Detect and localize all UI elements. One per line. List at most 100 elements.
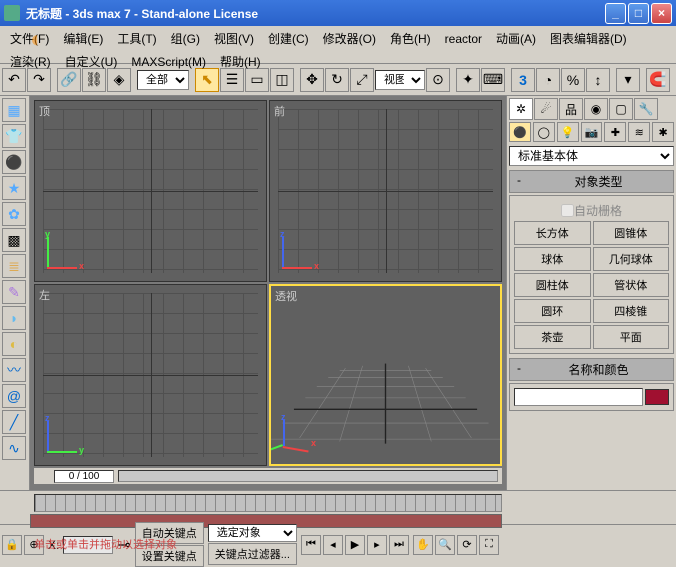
tab-pen-icon[interactable]: ✎ [2,280,26,304]
window-crossing-button[interactable]: ◫ [270,68,294,92]
menu-file[interactable]: 文件(F) [4,28,55,49]
viewport-left[interactable]: 左 y z [34,284,267,466]
key-filter-button[interactable]: 关键点过滤器... [208,543,297,565]
manipulate-button[interactable]: ✦ [456,68,480,92]
rollout-namecolor-header[interactable]: -名称和颜色 [509,358,674,381]
goto-start-button[interactable]: ⏮ [301,535,321,555]
window-title: 无标题 - 3ds max 7 - Stand-alone License [26,5,605,22]
time-slider[interactable] [34,494,502,512]
object-name-input[interactable] [514,388,643,406]
helpers-icon[interactable]: ✚ [604,122,626,142]
next-frame-button[interactable]: ▸ [367,535,387,555]
viewport-top[interactable]: 顶 x y [34,100,267,282]
nav-orbit-button[interactable]: ⟳ [457,535,477,555]
pivot-button[interactable]: ⊙ [426,68,450,92]
mirror-button[interactable]: 🧲 [646,68,670,92]
app-icon [4,5,20,21]
minimize-button[interactable]: _ [605,3,626,24]
viewport-label: 左 [39,287,50,303]
display-tab[interactable]: ▢ [609,98,633,120]
spacewarps-icon[interactable]: ≋ [628,122,650,142]
snap-button[interactable]: 3 [511,68,535,92]
obj-torus-button[interactable]: 圆环 [514,299,591,323]
viewport-label: 顶 [39,103,50,119]
motion-tab[interactable]: ◉ [584,98,608,120]
tab-curve-icon[interactable]: 〰 [2,358,26,382]
menu-edit[interactable]: 编辑(E) [57,28,109,49]
key-target-combo[interactable]: 选定对象 [208,524,297,542]
obj-cone-button[interactable]: 圆锥体 [593,221,670,245]
category-combo[interactable]: 标准基本体 [509,146,674,166]
obj-geosphere-button[interactable]: 几何球体 [593,247,670,271]
nav-zoom-button[interactable]: 🔍 [435,535,455,555]
obj-teapot-button[interactable]: 茶壶 [514,325,591,349]
lights-icon[interactable]: 💡 [557,122,579,142]
maximize-button[interactable]: □ [628,3,649,24]
tab-lamp-icon[interactable]: ◐ [2,332,26,356]
obj-sphere-button[interactable]: 球体 [514,247,591,271]
utilities-tab[interactable]: 🔧 [634,98,658,120]
tab-checker-icon[interactable]: ▩ [2,228,26,252]
play-button[interactable]: ▶ [345,535,365,555]
nav-pan-button[interactable]: ✋ [413,535,433,555]
hierarchy-tab[interactable]: 品 [559,98,583,120]
menu-tools[interactable]: 工具(T) [111,28,162,49]
menu-custom[interactable]: 自定义(U) [59,51,124,72]
named-sel-button[interactable]: ▾ [616,68,640,92]
systems-icon[interactable]: ✱ [652,122,674,142]
ref-coord-combo[interactable]: 视图 [375,70,425,90]
menu-help[interactable]: 帮助(H) [214,51,267,72]
menu-view[interactable]: 视图(V) [208,28,260,49]
menu-render[interactable]: 渲染(R) [4,51,57,72]
trackbar-toggle[interactable] [0,493,30,513]
object-color-swatch[interactable] [645,389,669,405]
geometry-icon[interactable]: ⚫ [509,122,531,142]
menu-group[interactable]: 组(G) [165,28,206,49]
nav-max-button[interactable]: ⛶ [479,535,499,555]
menu-reactor[interactable]: reactor [439,30,488,48]
close-button[interactable]: × [651,3,672,24]
shapes-icon[interactable]: ◯ [533,122,555,142]
tab-star-icon[interactable]: ★ [2,176,26,200]
obj-tube-button[interactable]: 管状体 [593,273,670,297]
menu-graph[interactable]: 图表编辑器(D) [544,28,633,49]
obj-cylinder-button[interactable]: 圆柱体 [514,273,591,297]
keyboard-button[interactable]: ⌨ [481,68,505,92]
selection-filter-combo[interactable]: 全部 [137,70,189,90]
move-button[interactable]: ✥ [300,68,324,92]
obj-box-button[interactable]: 长方体 [514,221,591,245]
tab-sphere-icon[interactable]: ⚫ [2,150,26,174]
scale-button[interactable]: ⤢ [350,68,374,92]
lock-button[interactable]: 🔒 [2,535,22,555]
prev-frame-button[interactable]: ◂ [323,535,343,555]
cameras-icon[interactable]: 📷 [581,122,603,142]
tab-glass-icon[interactable]: ◗ [2,306,26,330]
viewport-perspective[interactable]: 透视 x y z [269,284,502,466]
menu-animation[interactable]: 动画(A) [490,28,542,49]
tab-wave-icon[interactable]: ∿ [2,436,26,460]
menu-maxscript[interactable]: MAXScript(M) [125,53,212,71]
rotate-button[interactable]: ↻ [325,68,349,92]
create-tab[interactable]: ✲ [509,98,533,120]
scrollbar[interactable] [118,470,498,482]
spinner-snap-button[interactable]: ↕ [586,68,610,92]
rollout-objtype-header[interactable]: -对象类型 [509,170,674,193]
tab-line-icon[interactable]: ╱ [2,410,26,434]
tab-shirt-icon[interactable]: 👕 [2,124,26,148]
tab-spiral-icon[interactable]: @ [2,384,26,408]
modify-tab[interactable]: ☄ [534,98,558,120]
goto-end-button[interactable]: ⏭ [389,535,409,555]
angle-snap-button[interactable]: ◔ [536,68,560,92]
menu-character[interactable]: 角色(H) [384,28,437,49]
frame-display[interactable] [54,470,114,483]
obj-pyramid-button[interactable]: 四棱锥 [593,299,670,323]
tab-stack-icon[interactable]: ≣ [2,254,26,278]
tab-cube-icon[interactable]: ▦ [2,98,26,122]
obj-plane-button[interactable]: 平面 [593,325,670,349]
axis-gizmo: x y [47,219,97,269]
viewport-front[interactable]: 前 x z [269,100,502,282]
tab-leaf-icon[interactable]: ✿ [2,202,26,226]
percent-snap-button[interactable]: % [561,68,585,92]
menu-modifier[interactable]: 修改器(O) [317,28,382,49]
menu-create[interactable]: 创建(C) [262,28,315,49]
